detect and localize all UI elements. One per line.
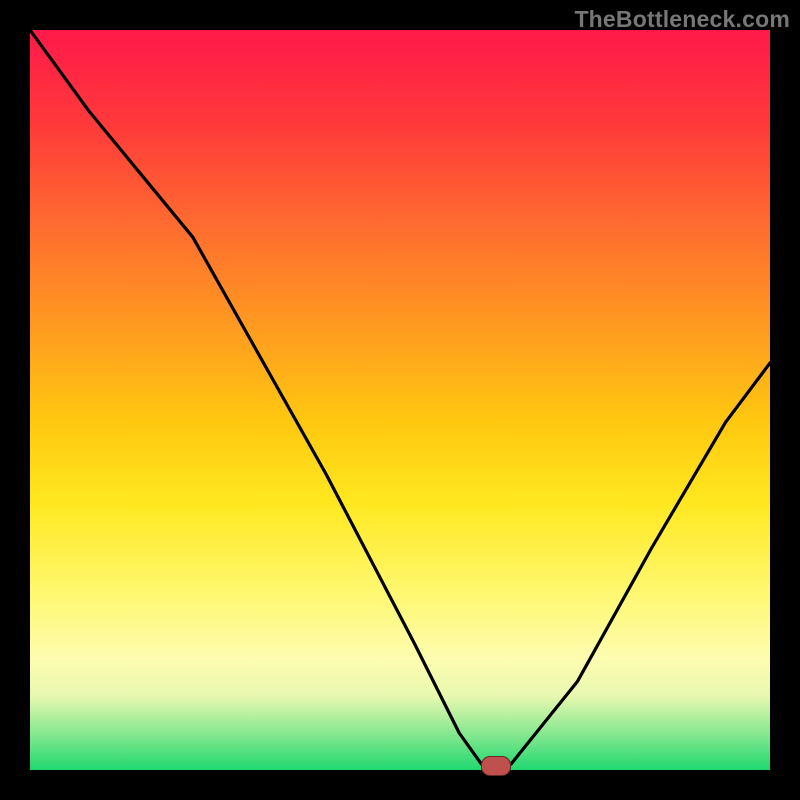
- plot-area: [30, 30, 770, 770]
- chart-frame: TheBottleneck.com: [0, 0, 800, 800]
- optimum-marker: [481, 756, 511, 776]
- curve-layer: [30, 30, 770, 770]
- bottleneck-curve: [30, 30, 770, 766]
- watermark-text: TheBottleneck.com: [574, 6, 790, 33]
